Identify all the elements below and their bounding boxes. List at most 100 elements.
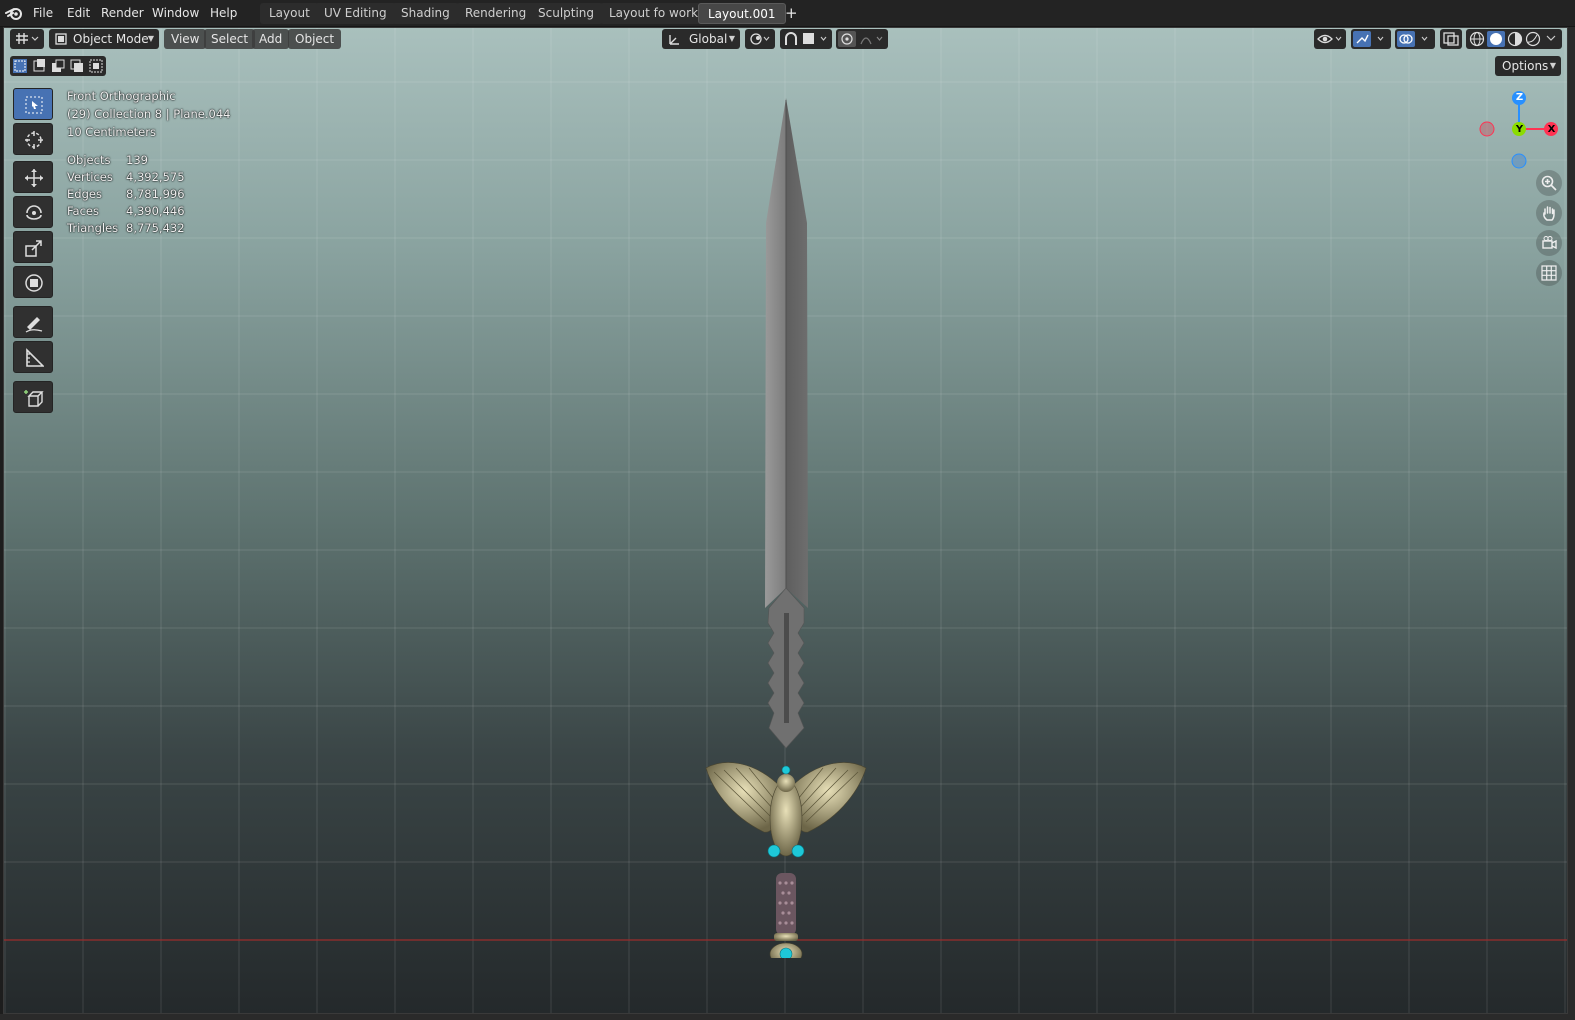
tool-rotate[interactable] (13, 196, 53, 228)
stat-label: Edges (67, 187, 102, 201)
add-workspace-button[interactable]: + (779, 4, 804, 23)
stat-value: 139 (126, 153, 148, 167)
menu-object[interactable]: Object (288, 29, 342, 49)
stat-value: 8,775,432 (126, 221, 185, 235)
stat-value: 4,390,446 (126, 204, 185, 218)
select-subtract-icon[interactable] (50, 58, 66, 74)
menu-add[interactable]: Add (252, 29, 290, 49)
rendered-shading-icon[interactable] (1525, 31, 1541, 47)
eye-icon (1317, 34, 1342, 44)
tab-sculpting[interactable]: Sculpting (529, 3, 604, 24)
gizmo-y-label[interactable]: Y (1512, 122, 1527, 137)
visibility-dropdown[interactable] (1314, 29, 1346, 49)
snap-magnet-icon (785, 32, 797, 45)
select-extend-icon[interactable] (31, 58, 47, 74)
menu-view[interactable]: View (164, 29, 207, 49)
blender-logo-icon[interactable] (5, 5, 23, 23)
solid-shading-icon[interactable] (1487, 31, 1505, 47)
editor-type-button[interactable] (10, 29, 44, 49)
grid-icon (1541, 265, 1557, 281)
overlays-toggle[interactable] (1395, 29, 1435, 49)
measure-icon (26, 348, 44, 367)
material-shading-icon[interactable] (1507, 31, 1523, 47)
zoom-icon (1541, 175, 1557, 191)
tool-move[interactable] (13, 161, 53, 193)
tab-rendering[interactable]: Rendering (456, 3, 536, 24)
xray-icon (1443, 32, 1459, 46)
hand-icon (1543, 206, 1555, 221)
menu-window[interactable]: Window (146, 4, 205, 23)
editor-type-icon (16, 33, 39, 44)
camera-view-button[interactable] (1536, 230, 1562, 256)
tool-add-cube[interactable] (13, 381, 53, 413)
zoom-button[interactable] (1536, 170, 1562, 196)
transform-icon (25, 274, 43, 292)
pan-button[interactable] (1536, 200, 1562, 226)
add-cube-icon (24, 390, 44, 407)
menu-help[interactable]: Help (204, 4, 243, 23)
chevron-down-icon: ▼ (1549, 61, 1556, 70)
move-icon (25, 169, 43, 187)
transform-orientation-dropdown[interactable]: Global ▼ (662, 29, 740, 49)
tool-select-box[interactable] (13, 88, 53, 120)
view-name-label: Front Orthographic (67, 89, 176, 103)
gizmo-icon (1353, 31, 1384, 47)
cursor-icon (25, 131, 43, 149)
chevron-down-icon: ▼ (728, 34, 735, 43)
chevron-down-icon[interactable] (1546, 34, 1556, 42)
menu-select[interactable]: Select (204, 29, 256, 49)
select-box-icon (25, 96, 43, 114)
tool-scale[interactable] (13, 231, 53, 263)
stat-value: 8,781,996 (126, 187, 185, 201)
stat-value: 4,392,575 (126, 170, 185, 184)
orientation-icon (669, 35, 679, 45)
select-invert-icon[interactable] (69, 58, 85, 74)
proportional-edit-group[interactable] (836, 29, 888, 49)
wireframe-shading-icon[interactable] (1469, 31, 1485, 47)
options-dropdown[interactable]: Options ▼ (1495, 56, 1561, 76)
tab-shading[interactable]: Shading (392, 3, 459, 24)
snap-increment-icon (803, 33, 827, 44)
tool-annotate[interactable] (13, 306, 53, 338)
tab-uv-editing[interactable]: UV Editing (315, 3, 396, 24)
sword-model[interactable] (694, 88, 874, 958)
rotate-icon (26, 205, 42, 220)
tool-transform[interactable] (13, 266, 53, 298)
ortho-toggle-button[interactable] (1536, 260, 1562, 286)
stat-label: Triangles (67, 221, 119, 235)
orientation-label: Global (689, 32, 728, 46)
stat-label: Objects (67, 153, 111, 167)
tab-layout-001[interactable]: Layout.001 (698, 3, 786, 24)
scale-icon (25, 240, 42, 257)
stat-label: Faces (67, 204, 99, 218)
selection-mode-group (10, 56, 106, 76)
select-intersect-icon[interactable] (88, 58, 104, 74)
tab-layout-fo-work[interactable]: Layout fo work (600, 3, 708, 24)
tab-layout[interactable]: Layout (260, 3, 319, 24)
grid-scale-label: 10 Centimeters (67, 125, 156, 139)
menu-render[interactable]: Render (95, 4, 150, 23)
falloff-curve-icon (860, 36, 883, 45)
pivot-icon (750, 33, 770, 45)
select-new-icon[interactable] (12, 58, 28, 74)
menu-edit[interactable]: Edit (61, 4, 96, 23)
mode-dropdown[interactable]: Object Mode ▼ (49, 29, 159, 49)
gizmo-toggle[interactable] (1351, 29, 1391, 49)
collection-label: (29) Collection 8 | Plane.044 (67, 107, 231, 121)
3d-viewport[interactable]: Front Orthographic (29) Collection 8 | P… (3, 27, 1568, 1014)
chevron-down-icon: ▼ (147, 34, 154, 43)
options-label: Options (1502, 59, 1549, 73)
tool-cursor[interactable] (13, 123, 53, 155)
tool-measure[interactable] (13, 341, 53, 373)
gizmo-x-label[interactable]: X (1544, 122, 1559, 137)
snap-group[interactable] (780, 29, 832, 49)
top-menu-bar: File Edit Render Window Help Layout UV E… (0, 0, 1575, 27)
menu-file[interactable]: File (27, 4, 59, 23)
camera-icon (1542, 236, 1557, 250)
pivot-point-dropdown[interactable] (745, 29, 775, 49)
gizmo-z-label[interactable]: Z (1512, 90, 1527, 105)
proportional-edit-icon (838, 31, 856, 47)
xray-toggle[interactable] (1440, 29, 1462, 49)
object-mode-icon (55, 33, 67, 45)
sidebar-collapsed-edge[interactable] (1568, 27, 1575, 1020)
